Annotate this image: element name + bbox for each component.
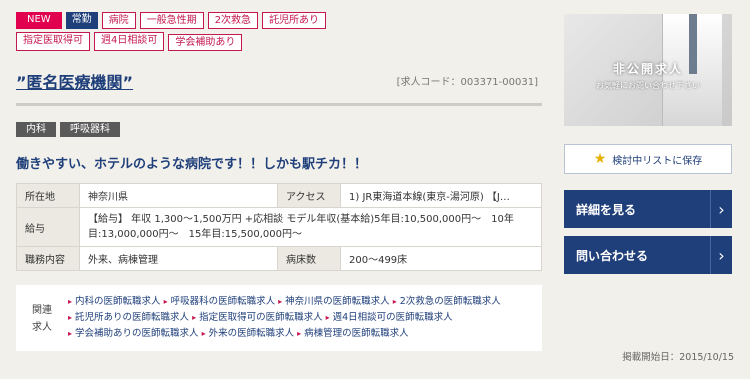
contact-label: 問い合わせる [576,248,649,263]
star-icon: ★ [593,151,607,167]
related-link[interactable]: 託児所ありの医師転職求人 [75,312,189,323]
arrow-icon: ▸ [68,329,73,338]
location-value: 神奈川県 [79,183,278,208]
duties-label: 職務内容 [16,246,80,271]
banner-title: 非公開求人 [612,62,683,76]
details-button[interactable]: 詳細を見る › [564,190,732,228]
chevron-right-icon: › [710,190,732,228]
arrow-icon: ▸ [325,313,330,322]
banner-subtitle: お気軽にお問い合わせ下さい [596,81,700,90]
save-label: 検討中リストに保存 [612,155,703,167]
specialty-internal: 内科 [16,122,56,137]
access-value: 1) JR東海道本線(東京-湯河原) 【J… [340,183,542,208]
related-link[interactable]: 指定医取得可の医師転職求人 [199,312,323,323]
specialty-row: 内科 呼吸器科 [16,122,544,137]
new-badge: NEW [16,12,62,29]
salary-value: 【給与】 年収 1,300～1,500万円 +応相談 モデル年収(基本給)5年目… [79,207,542,247]
salary-label: 給与 [16,207,80,247]
related-link[interactable]: 神奈川県の医師転職求人 [285,296,390,307]
arrow-icon: ▸ [297,329,302,338]
arrow-icon: ▸ [278,297,283,306]
arrow-icon: ▸ [192,313,197,322]
related-link[interactable]: 病棟管理の医師転職求人 [304,328,409,339]
related-link[interactable]: 呼吸器科の医師転職求人 [171,296,276,307]
posted-date: 掲載開始日：2015/10/15 [622,352,734,363]
related-links: ▸ 内科の医師転職求人 ▸ 呼吸器科の医師転職求人 ▸ 神奈川県の医師転職求人 ▸ 2次… [68,294,542,342]
chevron-right-icon: › [710,236,732,274]
tag-hospital: 病院 [101,12,136,29]
employment-type-badge: 常勤 [65,12,98,29]
arrow-icon: ▸ [163,297,168,306]
beds-label: 病床数 [277,246,341,271]
save-to-list-button[interactable]: ★ 検討中リストに保存 [564,144,732,174]
divider [16,103,542,106]
table-row: 職務内容 外来、病棟管理 病床数 200～499床 [16,246,542,271]
table-row: 給与 【給与】 年収 1,300～1,500万円 +応相談 モデル年収(基本給)… [16,207,542,247]
access-label: アクセス [277,183,341,208]
related-link[interactable]: 週4日相談可の医師転職求人 [333,312,453,323]
tag-row: NEW 常勤 病院 一般急性期 2次救急 託児所あり 指定医取得可 週4日相談可… [16,12,366,51]
tag-conference: 学会補助あり [168,34,243,51]
details-label: 詳細を見る [576,202,637,217]
tag-4days: 週4日相談可 [94,32,165,51]
related-link[interactable]: 外来の医師転職求人 [209,328,295,339]
tag-designated: 指定医取得可 [16,32,90,51]
related-link[interactable]: 学会補助ありの医師転職求人 [75,328,199,339]
beds-value: 200～499床 [340,246,542,271]
duties-value: 外来、病棟管理 [79,246,278,271]
tag-daycare: 託児所あり [262,12,327,29]
job-title-link[interactable]: ”匿名医療機関” [16,69,133,93]
arrow-icon: ▸ [68,313,73,322]
private-jobs-banner[interactable]: 非公開求人 お気軽にお問い合わせ下さい [564,14,732,126]
arrow-icon: ▸ [68,297,73,306]
related-link[interactable]: 内科の医師転職求人 [75,296,161,307]
job-info-table: 所在地 神奈川県 アクセス 1) JR東海道本線(東京-湯河原) 【J… 給与 … [16,183,542,271]
tag-emergency: 2次救急 [207,12,259,29]
specialty-respiratory: 呼吸器科 [60,122,120,137]
arrow-icon: ▸ [201,329,206,338]
location-label: 所在地 [16,183,80,208]
table-row: 所在地 神奈川県 アクセス 1) JR東海道本線(東京-湯河原) 【J… [16,183,542,208]
contact-button[interactable]: 問い合わせる › [564,236,732,274]
related-link[interactable]: 2次救急の医師転職求人 [400,296,501,307]
job-listing: NEW 常勤 病院 一般急性期 2次救急 託児所あり 指定医取得可 週4日相談可… [16,12,544,351]
related-label: 関連求人 [32,305,52,333]
sidebar: 非公開求人 お気軽にお問い合わせ下さい ★ 検討中リストに保存 詳細を見る › … [564,14,732,274]
job-headline: 働きやすい、ホテルのような病院です！！しかも駅チカ！！ [16,157,368,172]
related-jobs: 関連求人 ▸ 内科の医師転職求人 ▸ 呼吸器科の医師転職求人 ▸ 神奈川県の医師転職求… [16,285,542,351]
job-code: [求人コード：003371-00031] [396,77,538,88]
arrow-icon: ▸ [392,297,397,306]
tag-acute: 一般急性期 [139,12,204,29]
